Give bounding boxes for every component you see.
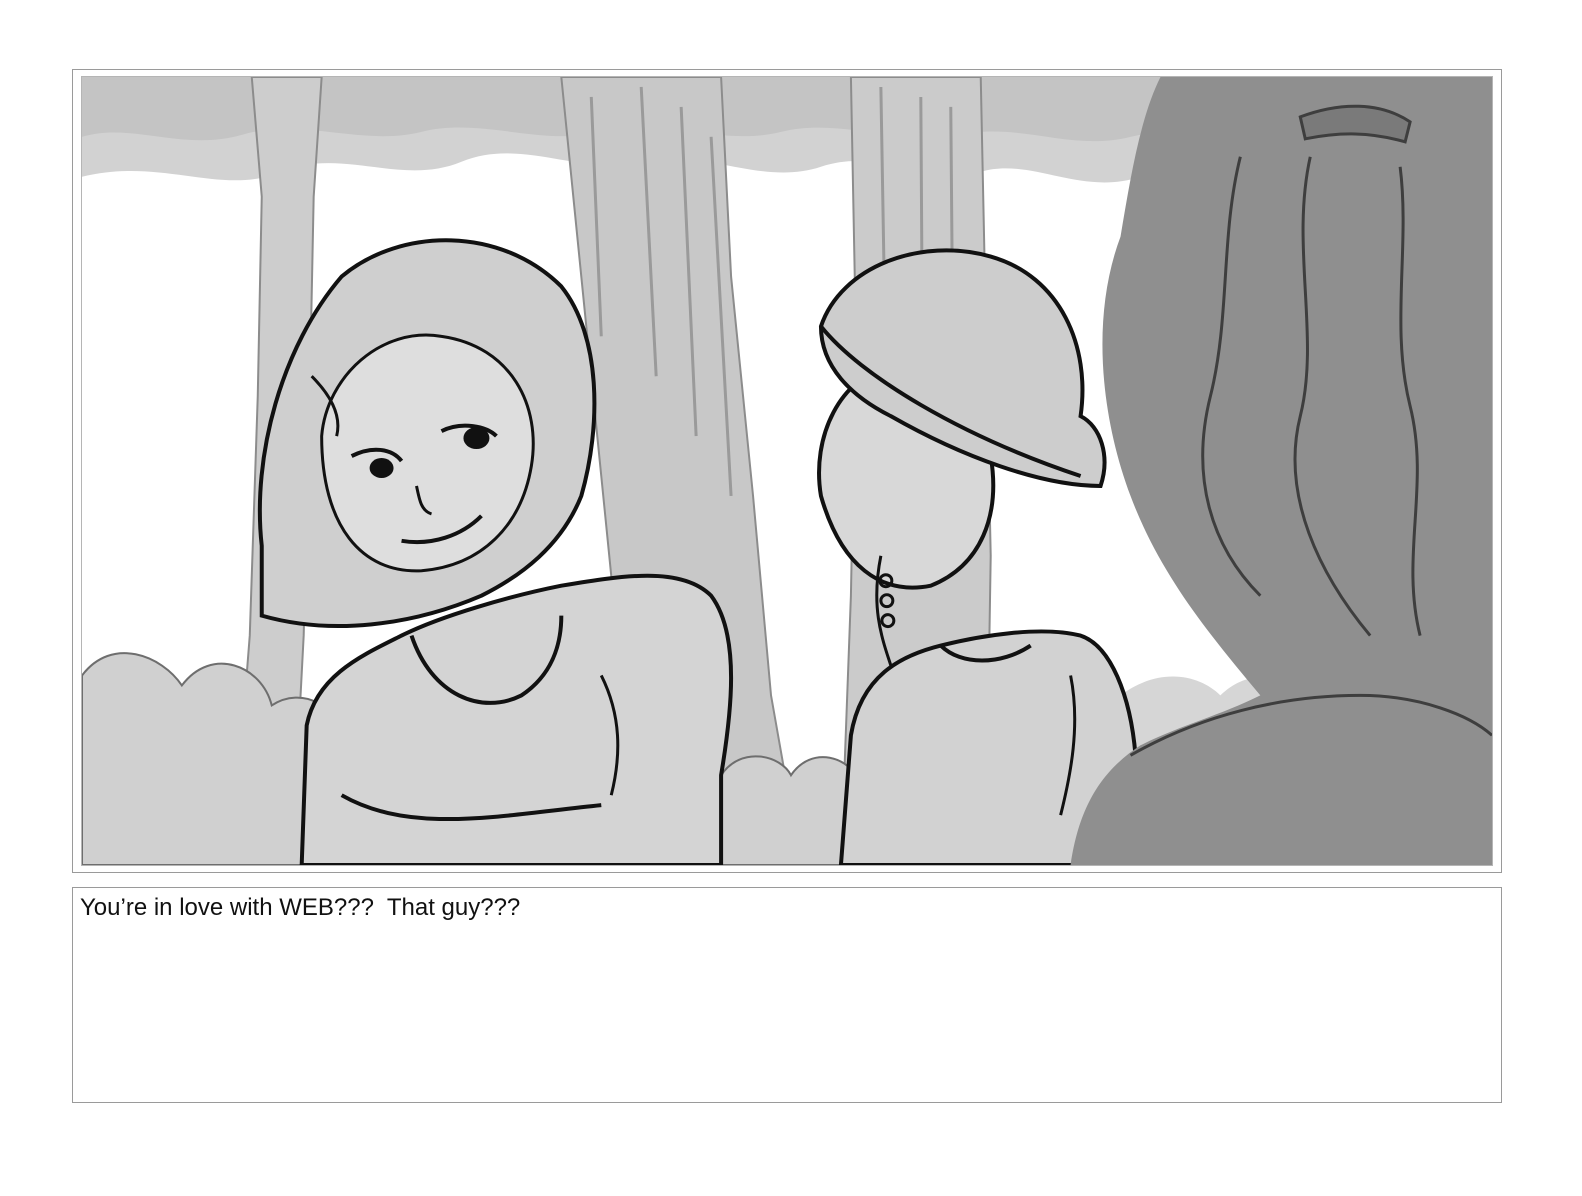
storyboard-drawing-area (81, 76, 1493, 866)
storyboard-panel-frame (72, 69, 1502, 873)
storyboard-sketch (82, 77, 1492, 865)
girl-left-eye-left (369, 458, 394, 478)
caption-box: You’re in love with WEB??? That guy??? (72, 887, 1502, 1103)
caption-text: You’re in love with WEB??? That guy??? (80, 894, 521, 921)
girl-left-eye-right (463, 427, 490, 450)
